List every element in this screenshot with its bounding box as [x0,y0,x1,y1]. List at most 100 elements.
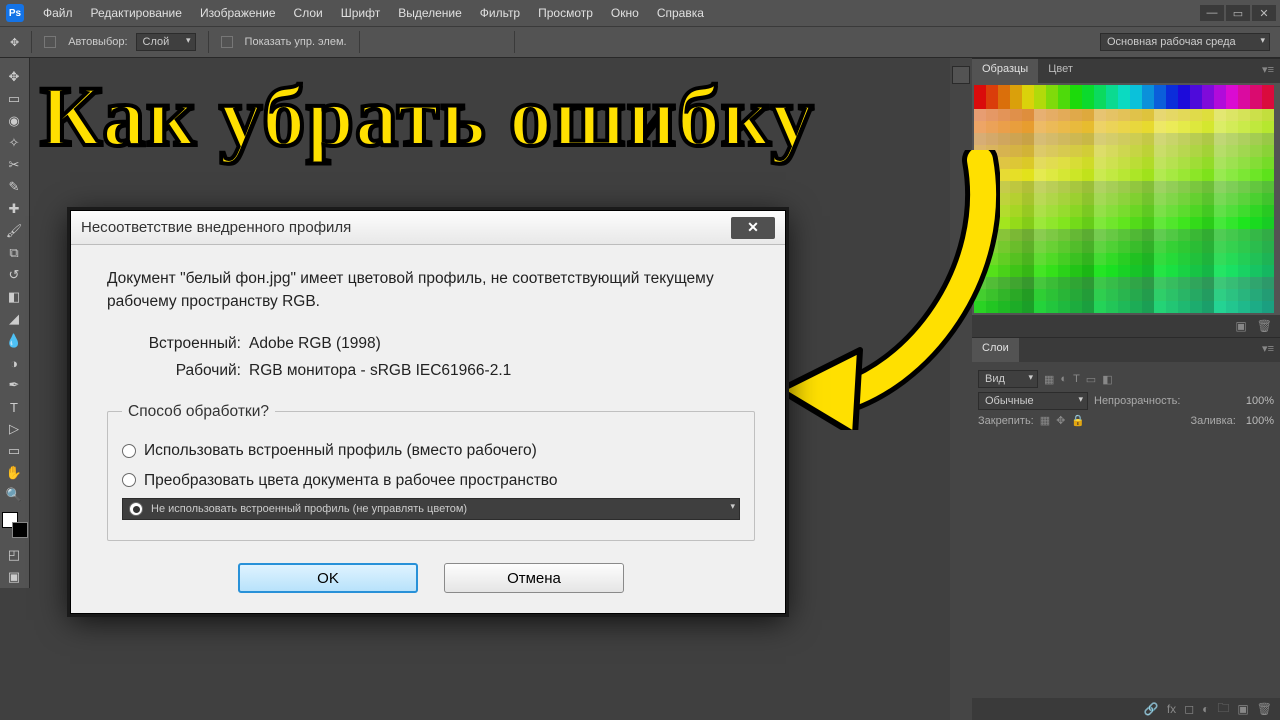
adjustment-layer-icon[interactable]: ◐ [1202,702,1209,716]
swatches-grid[interactable] [972,83,1280,315]
opacity-value[interactable]: 100% [1246,395,1274,407]
gradient-tool[interactable]: ◢ [0,308,28,330]
stamp-tool[interactable]: ⧉ [0,242,28,264]
path-tool[interactable]: ▷ [0,418,28,440]
move-tool[interactable]: ✥ [0,66,28,88]
layer-mask-icon[interactable]: ◻ [1184,702,1194,716]
lock-pixels-icon[interactable]: ▦ [1040,414,1050,427]
wand-tool[interactable]: ✧ [0,132,28,154]
menu-type[interactable]: Шрифт [332,0,389,26]
radio-discard[interactable]: Не использовать встроенный профиль (не у… [122,498,740,521]
workspace-select[interactable]: Основная рабочая среда [1100,33,1270,51]
crop-tool[interactable]: ✂ [0,154,28,176]
autoselect-mode-select[interactable]: Слой [136,33,196,51]
tab-swatches[interactable]: Образцы [972,59,1038,83]
layers-panel: Слои ▾≡ Вид ▦ ◐ T ▭ ◧ Обычные Непрозрач [972,337,1280,720]
panel-menu-icon[interactable]: ▾≡ [1256,59,1280,83]
dist-icon[interactable] [637,32,657,52]
hand-tool[interactable]: ✋ [0,462,28,484]
menu-help[interactable]: Справка [648,0,713,26]
type-tool[interactable]: T [0,396,28,418]
window-controls: — ▭ ✕ [1200,5,1280,21]
filter-shape-icon[interactable]: ▭ [1086,373,1096,386]
handling-fieldset: Способ обработки? Использовать встроенны… [107,400,755,541]
arrow-icon [770,150,1000,430]
filter-smart-icon[interactable]: ◧ [1102,373,1112,386]
blur-tool[interactable]: 💧 [0,330,28,352]
collapsed-panel-icon[interactable] [952,66,970,84]
eraser-tool[interactable]: ◧ [0,286,28,308]
lock-position-icon[interactable]: ✥ [1056,414,1065,427]
dodge-tool[interactable]: ◑ [0,352,28,374]
screenmode-tool[interactable]: ▣ [0,566,28,588]
dist-icon[interactable] [571,32,591,52]
align-icon[interactable] [394,32,414,52]
layer-fx-icon[interactable]: fx [1167,702,1176,716]
swatches-panel: Образцы Цвет ▾≡ ▣ 🗑 [972,58,1280,337]
close-button[interactable]: ✕ [1252,5,1276,21]
radio-label: Использовать встроенный профиль (вместо … [144,439,537,462]
maximize-button[interactable]: ▭ [1226,5,1250,21]
history-brush-tool[interactable]: ↺ [0,264,28,286]
align-icon[interactable] [416,32,436,52]
radio-use-embedded[interactable]: Использовать встроенный профиль (вместо … [122,439,740,462]
dist-icon[interactable] [527,32,547,52]
eyedropper-tool[interactable]: ✎ [0,176,28,198]
menu-select[interactable]: Выделение [389,0,471,26]
lasso-tool[interactable]: ◉ [0,110,28,132]
menu-layers[interactable]: Слои [285,0,332,26]
swatches-footer: ▣ 🗑 [972,315,1280,337]
handling-legend: Способ обработки? [122,400,275,423]
radio-label: Не использовать встроенный профиль (не у… [151,501,467,518]
panel-menu-icon[interactable]: ▾≡ [1256,338,1280,362]
filter-pixel-icon[interactable]: ▦ [1044,373,1054,386]
menu-file[interactable]: Файл [34,0,82,26]
align-icon[interactable] [482,32,502,52]
lock-all-icon[interactable]: 🔒 [1071,414,1085,427]
profile-mismatch-dialog: Несоответствие внедренного профиля ✕ Док… [70,210,786,614]
filter-adjust-icon[interactable]: ◐ [1060,373,1067,386]
heal-tool[interactable]: ✚ [0,198,28,220]
menu-window[interactable]: Окно [602,0,648,26]
overlay-title: Как убрать ошибку [40,66,814,166]
brush-tool[interactable]: 🖌 [0,220,28,242]
working-label: Рабочий: [129,359,249,382]
cancel-button[interactable]: Отмена [444,563,624,593]
autoselect-checkbox[interactable] [44,36,56,48]
quickmask-tool[interactable]: ◰ [0,544,28,566]
menu-image[interactable]: Изображение [191,0,285,26]
fill-label: Заливка: [1190,415,1235,427]
minimize-button[interactable]: — [1200,5,1224,21]
marquee-tool[interactable]: ▭ [0,88,28,110]
new-swatch-icon[interactable]: ▣ [1235,319,1246,333]
new-layer-icon[interactable]: ▣ [1237,702,1248,716]
layer-group-icon[interactable]: 🗀 [1217,699,1229,720]
ok-button[interactable]: OK [238,563,418,593]
dist-icon[interactable] [549,32,569,52]
dist-icon[interactable] [593,32,613,52]
show-transform-checkbox[interactable] [221,36,233,48]
menu-view[interactable]: Просмотр [529,0,602,26]
menu-filter[interactable]: Фильтр [471,0,529,26]
shape-tool[interactable]: ▭ [0,440,28,462]
tab-color[interactable]: Цвет [1038,59,1083,83]
align-icon[interactable] [460,32,480,52]
working-value: RGB монитора - sRGB IEC61966-2.1 [249,359,511,382]
pen-tool[interactable]: ✒ [0,374,28,396]
dialog-close-button[interactable]: ✕ [731,217,775,239]
radio-convert[interactable]: Преобразовать цвета документа в рабочее … [122,469,740,492]
menu-edit[interactable]: Редактирование [82,0,191,26]
filter-type-icon[interactable]: T [1073,373,1080,386]
align-icon[interactable] [372,32,392,52]
fg-bg-colors[interactable] [2,512,28,538]
dialog-titlebar: Несоответствие внедренного профиля ✕ [71,211,785,245]
delete-swatch-icon[interactable]: 🗑 [1257,319,1272,333]
distribute-icons [527,32,657,52]
align-icon[interactable] [438,32,458,52]
delete-layer-icon[interactable]: 🗑 [1257,702,1272,716]
fill-value[interactable]: 100% [1246,415,1274,427]
link-layers-icon[interactable]: 🔗 [1144,702,1159,716]
embedded-value: Adobe RGB (1998) [249,332,381,355]
zoom-tool[interactable]: 🔍 [0,484,28,506]
dist-icon[interactable] [615,32,635,52]
